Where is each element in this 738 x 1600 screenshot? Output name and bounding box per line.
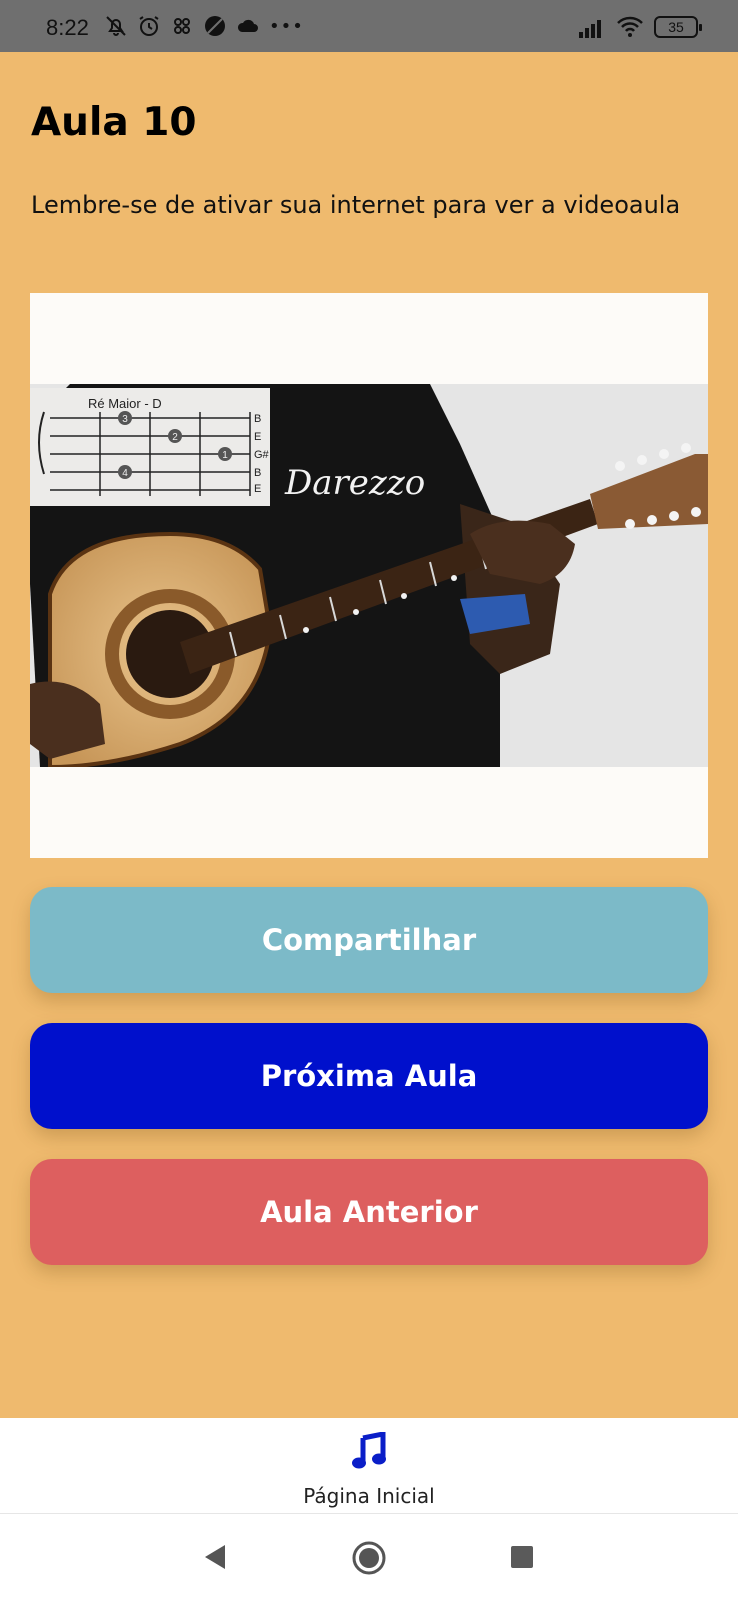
signal-icon (579, 20, 601, 38)
bottom-tab-bar: Página Inicial (0, 1418, 738, 1513)
video-player[interactable]: Darezzo Ré Maior - D 3 2 1 4 B E G# B E (30, 293, 708, 858)
back-icon[interactable] (203, 1544, 227, 1570)
cloud-icon (237, 19, 258, 32)
battery-icon: 35 (654, 16, 702, 38)
status-notification-icons: ••• (104, 14, 304, 38)
app-icon (174, 18, 190, 34)
previous-lesson-button[interactable]: Aula Anterior (30, 1159, 708, 1265)
internet-hint-text: Lembre-se de ativar sua internet para ve… (31, 191, 681, 219)
string-label: E (254, 483, 261, 495)
system-nav-bar (0, 1513, 738, 1600)
string-label: B (254, 413, 261, 425)
status-system-icons: 35 (578, 16, 702, 38)
music-note-icon (352, 1432, 386, 1469)
status-bar: 8:22 ••• 35 (0, 0, 738, 52)
alarm-icon (139, 16, 159, 36)
wifi-icon (617, 16, 643, 37)
recent-apps-icon[interactable] (511, 1546, 533, 1568)
chord-name: Ré Maior - D (88, 396, 162, 411)
bell-off-icon (106, 16, 126, 36)
string-label: E (254, 431, 261, 443)
pizza-icon (205, 16, 225, 36)
page-title: Aula 10 (31, 100, 197, 145)
string-label: G# (254, 449, 270, 461)
status-more: ••• (269, 15, 304, 37)
string-label: B (254, 467, 261, 479)
chord-diagram: Ré Maior - D 3 2 1 4 B E G# B E (30, 388, 270, 506)
next-lesson-button-label: Próxima Aula (260, 1059, 478, 1093)
finger-number: 4 (122, 468, 128, 479)
previous-lesson-button-label: Aula Anterior (260, 1195, 478, 1229)
next-lesson-button[interactable]: Próxima Aula (30, 1023, 708, 1129)
shirt-logo-text: Darezzo (284, 463, 425, 503)
status-time: 8:22 (46, 15, 89, 40)
share-button-label: Compartilhar (261, 923, 477, 957)
tab-home-label: Página Inicial (303, 1484, 435, 1508)
guitar-video-image: Darezzo Ré Maior - D 3 2 1 4 B E G# B E (30, 384, 708, 767)
share-button[interactable]: Compartilhar (30, 887, 708, 993)
video-thumbnail[interactable]: Darezzo Ré Maior - D 3 2 1 4 B E G# B E (30, 384, 708, 767)
finger-number: 1 (222, 450, 228, 461)
home-circle-icon[interactable] (352, 1541, 386, 1575)
finger-number: 3 (122, 414, 128, 425)
tab-home[interactable]: Página Inicial (0, 1418, 738, 1513)
finger-number: 2 (172, 432, 178, 443)
